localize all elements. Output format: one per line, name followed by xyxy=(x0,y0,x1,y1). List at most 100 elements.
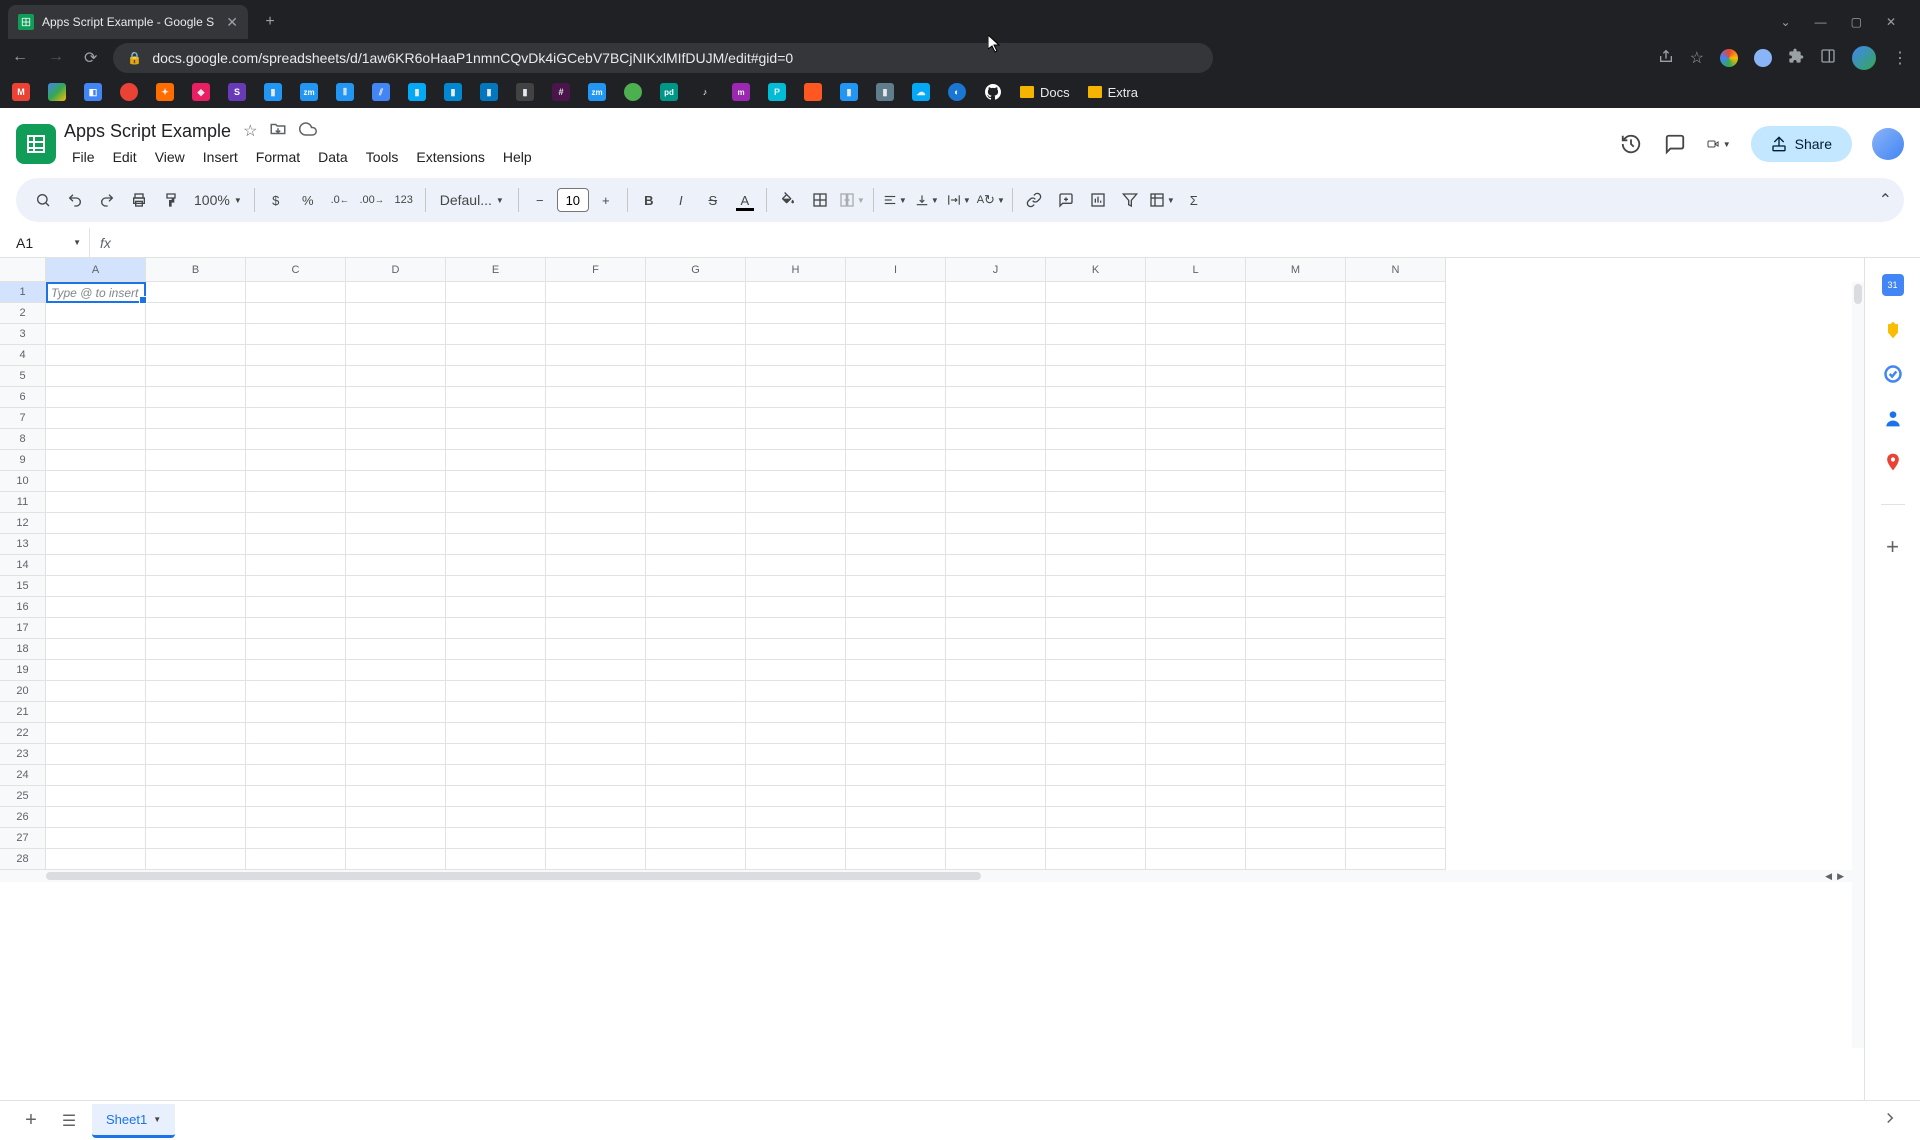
cell[interactable] xyxy=(46,828,146,849)
cell[interactable] xyxy=(146,534,246,555)
cell[interactable] xyxy=(346,597,446,618)
italic-icon[interactable]: I xyxy=(666,185,696,215)
cell[interactable] xyxy=(446,849,546,870)
cell[interactable] xyxy=(946,660,1046,681)
cell[interactable] xyxy=(746,765,846,786)
cell[interactable] xyxy=(646,513,746,534)
cell[interactable] xyxy=(146,408,246,429)
cell[interactable] xyxy=(1346,702,1446,723)
cloud-status-icon[interactable] xyxy=(299,120,317,143)
cell[interactable] xyxy=(1046,660,1146,681)
h-align-icon[interactable]: ▼ xyxy=(880,185,910,215)
cell[interactable] xyxy=(1146,849,1246,870)
cell[interactable] xyxy=(1346,639,1446,660)
bookmark-icon-14[interactable]: ▮ xyxy=(480,83,498,101)
cell[interactable] xyxy=(346,324,446,345)
cell[interactable] xyxy=(746,282,846,303)
cell[interactable] xyxy=(446,744,546,765)
cell[interactable] xyxy=(346,765,446,786)
cell[interactable] xyxy=(646,807,746,828)
cell[interactable] xyxy=(346,639,446,660)
cell[interactable] xyxy=(46,408,146,429)
menu-format[interactable]: Format xyxy=(248,145,308,169)
cell[interactable] xyxy=(246,639,346,660)
cell[interactable] xyxy=(146,555,246,576)
cell[interactable] xyxy=(646,681,746,702)
bookmark-icon-23[interactable] xyxy=(804,83,822,101)
column-header[interactable]: M xyxy=(1246,258,1346,282)
percent-icon[interactable]: % xyxy=(293,185,323,215)
bookmark-icon-9[interactable]: zm xyxy=(300,83,318,101)
cell[interactable] xyxy=(1246,471,1346,492)
cell[interactable] xyxy=(1146,765,1246,786)
cell[interactable] xyxy=(746,450,846,471)
cell[interactable] xyxy=(346,660,446,681)
cell[interactable] xyxy=(1346,660,1446,681)
cell[interactable] xyxy=(246,786,346,807)
cell[interactable] xyxy=(446,429,546,450)
cell[interactable] xyxy=(1046,597,1146,618)
cell[interactable] xyxy=(746,492,846,513)
cell[interactable] xyxy=(1046,786,1146,807)
menu-extensions[interactable]: Extensions xyxy=(408,145,492,169)
cell[interactable] xyxy=(746,702,846,723)
cell[interactable] xyxy=(1046,555,1146,576)
cell[interactable] xyxy=(146,429,246,450)
cell[interactable] xyxy=(546,408,646,429)
cell[interactable] xyxy=(446,471,546,492)
cell[interactable] xyxy=(1246,744,1346,765)
cell[interactable] xyxy=(746,471,846,492)
cell[interactable] xyxy=(1246,324,1346,345)
font-size-increase-icon[interactable]: + xyxy=(591,185,621,215)
cell[interactable] xyxy=(446,576,546,597)
cell[interactable] xyxy=(1146,744,1246,765)
cell[interactable] xyxy=(746,303,846,324)
cell[interactable] xyxy=(1246,597,1346,618)
cell[interactable] xyxy=(146,303,246,324)
cell[interactable] xyxy=(846,723,946,744)
cell[interactable] xyxy=(46,387,146,408)
cell[interactable] xyxy=(546,555,646,576)
cell[interactable] xyxy=(1346,765,1446,786)
cell[interactable] xyxy=(546,471,646,492)
cell[interactable] xyxy=(546,849,646,870)
cell[interactable] xyxy=(1246,828,1346,849)
cell[interactable] xyxy=(246,492,346,513)
search-menus-icon[interactable] xyxy=(28,185,58,215)
cell[interactable] xyxy=(346,786,446,807)
cell[interactable] xyxy=(1146,471,1246,492)
cell[interactable] xyxy=(1146,807,1246,828)
cell[interactable] xyxy=(1346,345,1446,366)
cell[interactable] xyxy=(446,639,546,660)
cell[interactable] xyxy=(46,681,146,702)
text-wrap-icon[interactable]: ▼ xyxy=(944,185,974,215)
undo-icon[interactable] xyxy=(60,185,90,215)
cell[interactable] xyxy=(846,534,946,555)
cell[interactable] xyxy=(846,513,946,534)
cell[interactable] xyxy=(1246,576,1346,597)
cell[interactable] xyxy=(846,576,946,597)
cell[interactable] xyxy=(1046,702,1146,723)
cell[interactable] xyxy=(546,765,646,786)
cell[interactable] xyxy=(1346,576,1446,597)
cell[interactable] xyxy=(746,366,846,387)
bold-icon[interactable]: B xyxy=(634,185,664,215)
cell[interactable] xyxy=(346,702,446,723)
cell[interactable] xyxy=(1046,471,1146,492)
font-size-decrease-icon[interactable]: − xyxy=(525,185,555,215)
bookmark-icon-13[interactable]: ▮ xyxy=(444,83,462,101)
column-header[interactable]: C xyxy=(246,258,346,282)
cell[interactable] xyxy=(546,534,646,555)
cell[interactable] xyxy=(46,723,146,744)
cell[interactable] xyxy=(1046,744,1146,765)
row-header[interactable]: 3 xyxy=(0,324,46,345)
cell[interactable] xyxy=(1346,366,1446,387)
cell[interactable] xyxy=(646,618,746,639)
cell[interactable] xyxy=(1146,345,1246,366)
cell[interactable] xyxy=(946,450,1046,471)
cell[interactable] xyxy=(546,282,646,303)
scroll-left-icon[interactable]: ◀ xyxy=(1825,871,1832,882)
cell[interactable] xyxy=(446,555,546,576)
cell[interactable] xyxy=(446,723,546,744)
cell[interactable] xyxy=(146,639,246,660)
